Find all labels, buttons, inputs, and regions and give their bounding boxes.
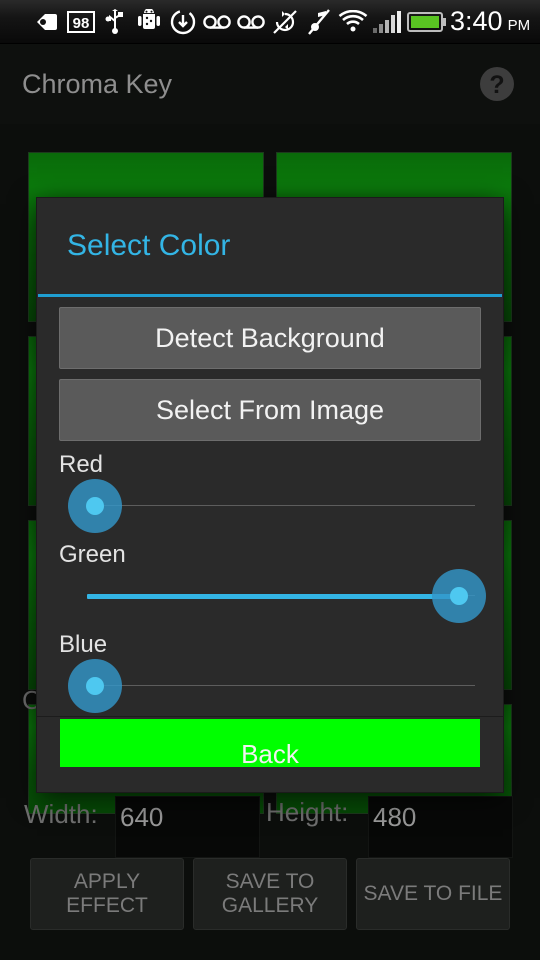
red-slider-block: Red	[59, 451, 481, 535]
width-label: Width:	[24, 799, 98, 829]
detect-background-button[interactable]: Detect Background	[59, 307, 481, 369]
save-to-file-button[interactable]: SAVE TO FILE	[356, 858, 510, 930]
wifi-icon	[336, 7, 370, 37]
save-to-gallery-button[interactable]: SAVE TO GALLERY	[193, 858, 347, 930]
action-button-bar: APPLY EFFECT SAVE TO GALLERY SAVE TO FIL…	[0, 858, 540, 930]
green-thumb-core	[450, 587, 468, 605]
blue-slider[interactable]	[59, 659, 481, 715]
silent-mode-icon	[302, 7, 336, 37]
blue-thumb-core	[86, 677, 104, 695]
height-value: 480	[373, 802, 417, 832]
page-title: Chroma Key	[22, 68, 173, 99]
height-label: Height:	[266, 797, 349, 827]
green-slider-label: Green	[59, 541, 126, 568]
clock-time: 3:40	[450, 6, 503, 36]
green-slider-block: Green	[59, 541, 486, 625]
width-value: 640	[120, 802, 164, 832]
blue-slider-block: Blue	[59, 631, 481, 715]
apply-effect-button[interactable]: APPLY EFFECT	[30, 858, 184, 930]
dialog-footer: Back	[37, 716, 503, 792]
blue-slider-track	[87, 685, 475, 686]
green-slider-thumb[interactable]	[432, 569, 486, 623]
blue-slider-thumb[interactable]	[68, 659, 122, 713]
status-bar: 98 3:40 PM	[0, 0, 540, 44]
dialog-header: Select Color	[37, 198, 503, 294]
svg-text:?: ?	[489, 71, 504, 99]
rotation-locked-icon	[268, 7, 302, 37]
help-question-icon[interactable]: ?	[476, 63, 518, 105]
clock-ampm: PM	[507, 17, 531, 34]
red-thumb-core	[86, 497, 104, 515]
red-slider-thumb[interactable]	[68, 479, 122, 533]
select-color-dialog: Select Color Detect Background Select Fr…	[37, 198, 503, 792]
battery-percent-98-icon: 98	[64, 7, 98, 37]
green-slider-fill	[87, 594, 459, 599]
red-slider[interactable]	[59, 479, 481, 535]
dialog-title: Select Color	[67, 229, 231, 262]
phone-screen: 98 3:40 PM Chroma Key ? C Width: 640 Hei…	[0, 0, 540, 960]
status-clock: 3:40 PM	[450, 6, 540, 37]
voicemail-icon-2	[234, 7, 268, 37]
red-slider-track	[87, 505, 475, 506]
download-icon	[166, 7, 200, 37]
green-slider[interactable]	[59, 569, 486, 625]
dialog-body: Detect Background Select From Image Red …	[37, 297, 503, 767]
usb-icon	[98, 7, 132, 37]
red-slider-label: Red	[59, 451, 104, 478]
app-title-bar: Chroma Key ?	[0, 44, 540, 124]
voicemail-icon	[200, 7, 234, 37]
select-from-image-button[interactable]: Select From Image	[59, 379, 481, 441]
battery-icon	[404, 7, 450, 37]
android-debug-icon	[132, 7, 166, 37]
svg-text:98: 98	[73, 15, 90, 32]
back-button[interactable]: Back	[241, 739, 299, 770]
blue-slider-label: Blue	[59, 631, 108, 658]
back-arrow-icon	[30, 7, 64, 37]
status-icon-group: 98	[0, 7, 450, 37]
signal-bars-icon	[370, 7, 404, 37]
